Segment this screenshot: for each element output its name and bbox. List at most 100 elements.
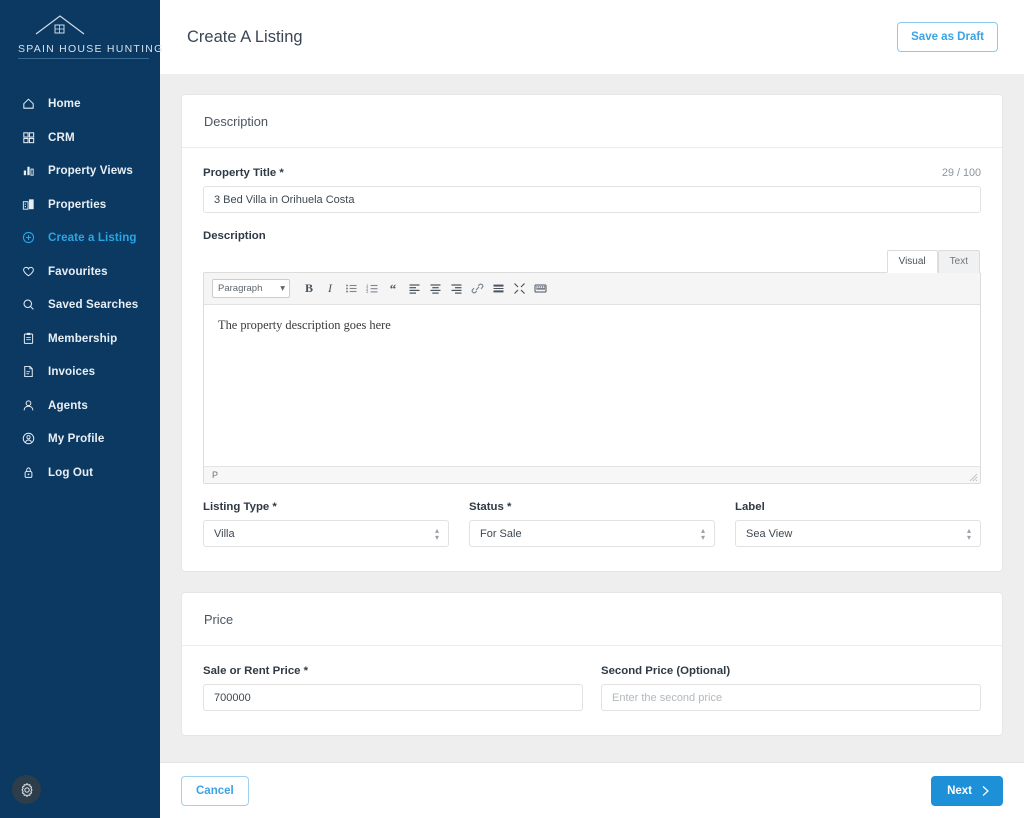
sidebar-item-log-out[interactable]: Log Out (0, 456, 160, 490)
format-select-value: Paragraph (218, 283, 263, 294)
lock-icon (24, 467, 33, 478)
listing-type-field: Listing Type * Villa ▴ ▾ (203, 501, 449, 547)
italic-icon[interactable]: I (321, 280, 339, 298)
sidebar-item-property-views[interactable]: Property Views (0, 154, 160, 188)
house-roof-icon (35, 15, 85, 35)
buildings-icon (22, 199, 34, 210)
editor-element-path: P (212, 470, 219, 480)
chevron-down-icon: ▾ (280, 283, 285, 294)
property-title-input[interactable] (203, 186, 981, 213)
sidebar-item-membership[interactable]: Membership (0, 322, 160, 356)
align-left-icon[interactable] (405, 280, 423, 298)
sidebar-item-label: CRM (48, 130, 75, 144)
description-editor-block: Description Visual Text Paragraph ▾ B I … (203, 230, 981, 484)
listing-type-label: Listing Type * (203, 501, 277, 513)
settings-button[interactable] (12, 775, 41, 804)
app-root: SPAIN HOUSE HUNTING Home CRM Property Vi… (0, 0, 1024, 818)
next-button[interactable]: Next (931, 775, 1003, 806)
save-as-draft-button[interactable]: Save as Draft (897, 22, 998, 52)
user-circle-icon (22, 433, 35, 445)
listing-type-value: Villa (214, 527, 235, 540)
listing-attributes-row: Listing Type * Villa ▴ ▾ Status * For Sal… (203, 501, 981, 547)
home-icon (23, 98, 34, 109)
grid-icon (23, 132, 35, 143)
sidebar-item-label: Favourites (48, 264, 108, 278)
blockquote-icon[interactable]: “ (384, 280, 402, 298)
plus-circle-icon (22, 232, 35, 244)
price-card: Price Sale or Rent Price * Second Price … (181, 592, 1003, 736)
toolbar-toggle-icon[interactable] (531, 280, 549, 298)
gear-icon (20, 782, 33, 797)
select-arrows-icon: ▴ ▾ (434, 525, 439, 542)
second-price-input[interactable] (601, 684, 981, 711)
link-icon[interactable] (468, 280, 486, 298)
label-value: Sea View (746, 527, 793, 540)
main-region: Create A Listing Save as Draft Descripti… (160, 0, 1024, 818)
bullet-list-icon[interactable] (342, 280, 360, 298)
label-label: Label (735, 501, 765, 513)
sidebar-item-invoices[interactable]: Invoices (0, 355, 160, 389)
chevron-right-icon (982, 785, 989, 796)
second-price-field: Second Price (Optional) (601, 665, 981, 711)
price-card-heading: Price (182, 593, 1002, 646)
property-title-label: Property Title * (203, 167, 284, 179)
editor-content[interactable]: The property description goes here (204, 305, 980, 466)
sidebar-item-label: Home (48, 97, 81, 111)
sidebar-item-saved-searches[interactable]: Saved Searches (0, 288, 160, 322)
brand-name: SPAIN HOUSE HUNTING (18, 43, 164, 55)
sale-price-input[interactable] (203, 684, 583, 711)
status-field: Status * For Sale ▴ ▾ (469, 501, 715, 547)
sidebar-item-label: Property Views (48, 164, 133, 178)
form-scroll-area: Description Property Title * 29 / 100 De… (160, 74, 1024, 762)
sidebar-item-label: Create a Listing (48, 231, 137, 245)
sidebar-item-label: Log Out (48, 465, 94, 479)
editor-mode-tabs: Visual Text (203, 249, 981, 273)
sidebar-item-my-profile[interactable]: My Profile (0, 422, 160, 456)
cancel-button[interactable]: Cancel (181, 775, 249, 806)
next-button-label: Next (947, 784, 972, 797)
user-icon (23, 400, 34, 411)
listing-type-select[interactable]: Villa ▴ ▾ (203, 520, 449, 547)
tab-text[interactable]: Text (937, 250, 980, 273)
sidebar-item-agents[interactable]: Agents (0, 389, 160, 423)
select-arrows-icon: ▴ ▾ (700, 525, 705, 542)
status-select[interactable]: For Sale ▴ ▾ (469, 520, 715, 547)
align-right-icon[interactable] (447, 280, 465, 298)
tab-visual[interactable]: Visual (886, 250, 938, 273)
page-title: Create A Listing (187, 27, 303, 46)
fullscreen-icon[interactable] (510, 280, 528, 298)
sidebar-item-label: My Profile (48, 432, 105, 446)
label-select[interactable]: Sea View ▴ ▾ (735, 520, 981, 547)
description-card-heading: Description (182, 95, 1002, 148)
read-more-icon[interactable] (489, 280, 507, 298)
sidebar-item-favourites[interactable]: Favourites (0, 255, 160, 289)
bold-icon[interactable]: B (300, 280, 318, 298)
sidebar-item-label: Properties (48, 197, 107, 211)
form-footer: Cancel Next (160, 762, 1024, 818)
sidebar-item-label: Membership (48, 331, 118, 345)
sidebar-nav: Home CRM Property Views Properties Creat… (0, 87, 160, 489)
editor-frame: Paragraph ▾ B I 1 2 3 “ The property des… (203, 272, 981, 484)
second-price-label: Second Price (Optional) (601, 665, 731, 677)
numbered-list-icon[interactable]: 1 2 3 (363, 280, 381, 298)
status-label: Status * (469, 501, 512, 513)
svg-text:3: 3 (366, 289, 369, 294)
top-bar: Create A Listing Save as Draft (160, 0, 1024, 74)
search-icon (23, 299, 34, 310)
price-fields-row: Sale or Rent Price * Second Price (Optio… (203, 665, 981, 711)
sidebar-item-label: Invoices (48, 365, 96, 379)
sidebar-item-crm[interactable]: CRM (0, 121, 160, 155)
sidebar-item-home[interactable]: Home (0, 87, 160, 121)
sale-price-label: Sale or Rent Price * (203, 665, 309, 677)
sidebar-item-create-a-listing[interactable]: Create a Listing (0, 221, 160, 255)
brand-logo[interactable]: SPAIN HOUSE HUNTING (0, 0, 164, 69)
align-center-icon[interactable] (426, 280, 444, 298)
editor-toolbar: Paragraph ▾ B I 1 2 3 “ (204, 273, 980, 305)
description-card-body: Property Title * 29 / 100 Description Vi… (182, 148, 1002, 571)
clipboard-icon (23, 332, 34, 344)
select-arrows-icon: ▴ ▾ (966, 525, 971, 542)
resize-handle[interactable] (968, 472, 978, 482)
sidebar-item-properties[interactable]: Properties (0, 188, 160, 222)
format-select[interactable]: Paragraph ▾ (212, 279, 290, 298)
sidebar-item-label: Saved Searches (48, 298, 139, 312)
